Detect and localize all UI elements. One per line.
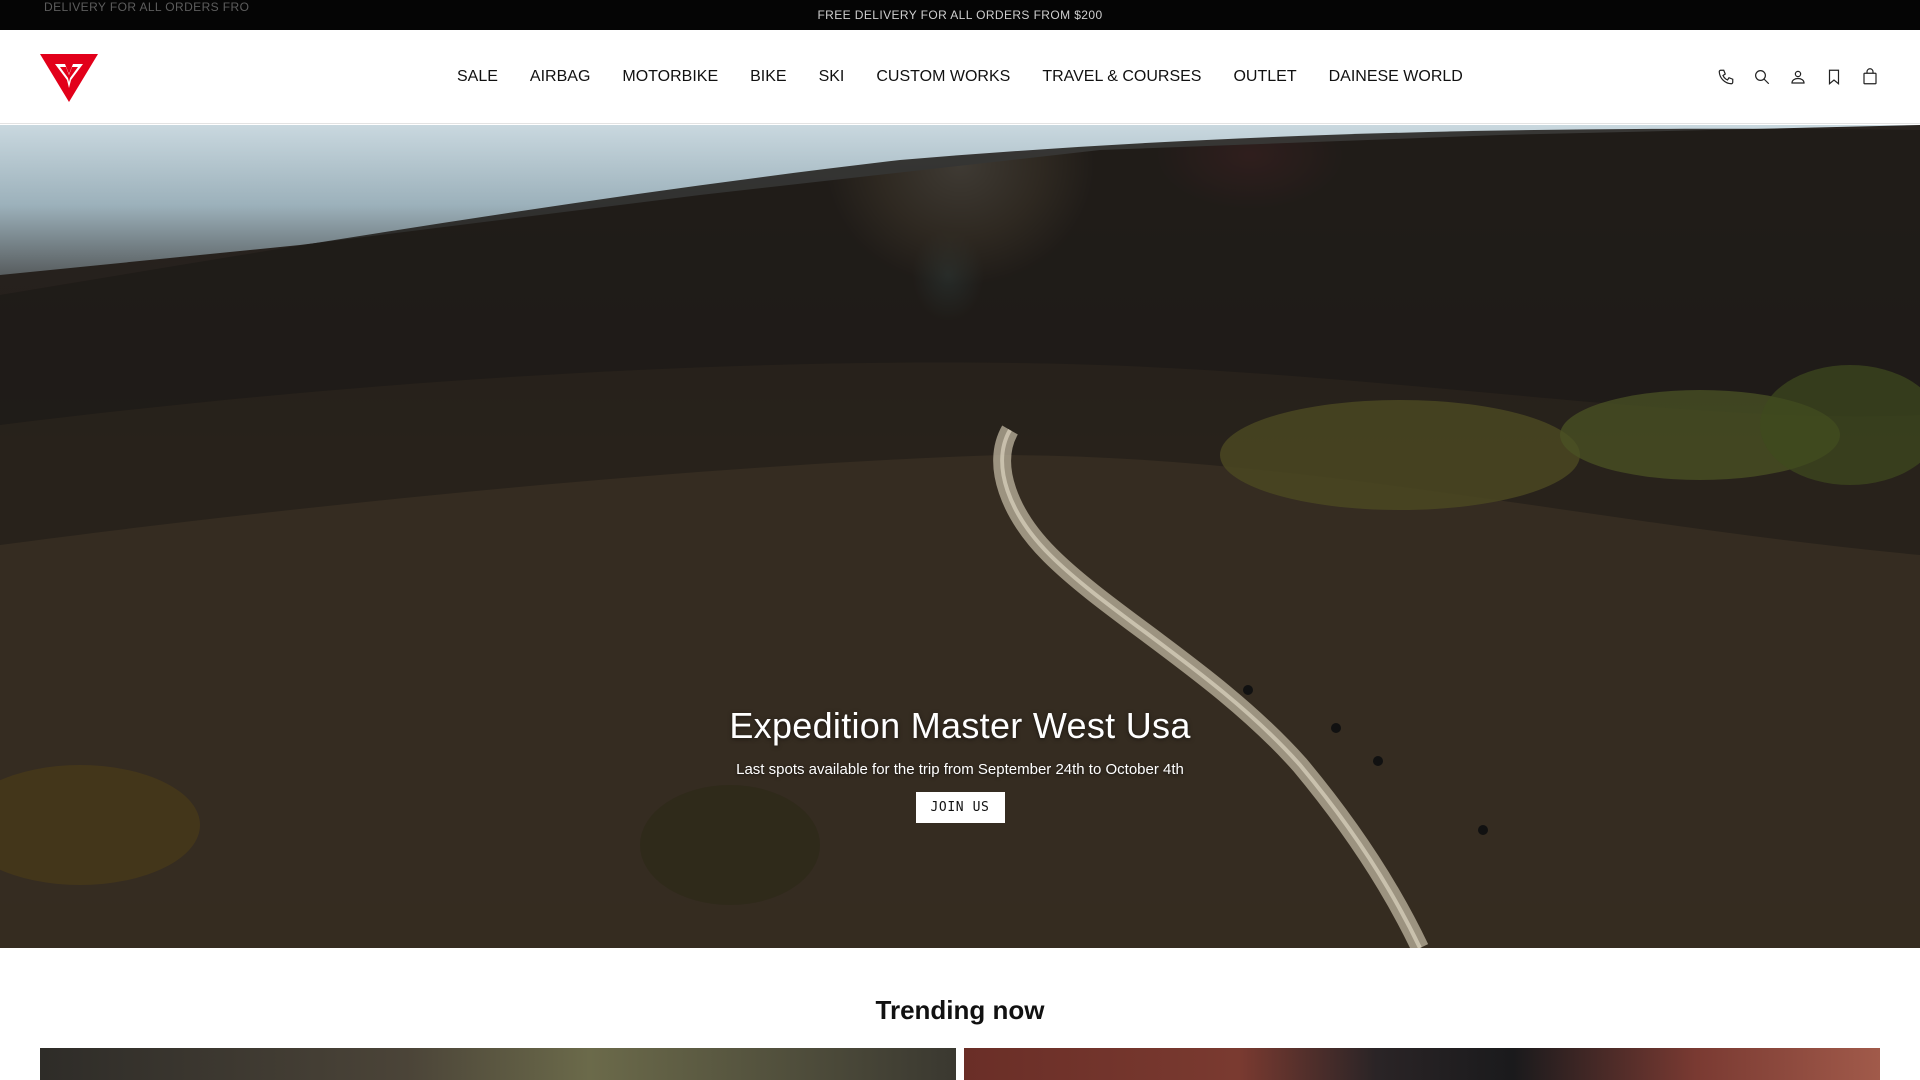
nav-item-motorbike[interactable]: MOTORBIKE xyxy=(622,68,718,86)
cart-icon[interactable] xyxy=(1860,67,1880,87)
hero-content: Expedition Master West Usa Last spots av… xyxy=(0,705,1920,823)
logo-icon xyxy=(40,54,98,102)
nav-item-custom-works[interactable]: CUSTOM WORKS xyxy=(876,68,1010,86)
hero-subtitle: Last spots available for the trip from S… xyxy=(736,761,1184,778)
dainese-logo[interactable] xyxy=(40,52,98,104)
nav-item-airbag[interactable]: AIRBAG xyxy=(530,68,590,86)
nav-item-ski[interactable]: SKI xyxy=(819,68,845,86)
trending-title: Trending now xyxy=(875,995,1045,1025)
hero-landscape-image xyxy=(0,128,1920,948)
nav-item-bike[interactable]: BIKE xyxy=(750,68,786,86)
nav-item-dainese-world[interactable]: DAINESE WORLD xyxy=(1329,68,1463,86)
announcement-bar: Free delivery for all orders from $200 D… xyxy=(0,0,1920,30)
trending-card-2[interactable] xyxy=(964,1048,1880,1080)
announcement-text: Free delivery for all orders from $200 xyxy=(817,8,1103,22)
nav-item-travel-courses[interactable]: TRAVEL & COURSES xyxy=(1042,68,1201,86)
account-icon[interactable] xyxy=(1788,67,1808,87)
wishlist-icon[interactable] xyxy=(1824,67,1844,87)
search-icon[interactable] xyxy=(1752,67,1772,87)
join-us-button[interactable]: JOIN US xyxy=(915,792,1005,823)
nav-item-sale[interactable]: SALE xyxy=(457,68,498,86)
announcement-ghost-text: Delivery for all orders fro xyxy=(44,0,250,14)
trending-card-1[interactable] xyxy=(40,1048,956,1080)
site-header: SALE AIRBAG MOTORBIKE BIKE SKI CUSTOM WO… xyxy=(0,30,1920,124)
header-tools xyxy=(1716,30,1880,124)
hero-title: Expedition Master West Usa xyxy=(729,705,1191,746)
nav-item-outlet[interactable]: OUTLET xyxy=(1233,68,1296,86)
phone-icon[interactable] xyxy=(1716,67,1736,87)
main-nav: SALE AIRBAG MOTORBIKE BIKE SKI CUSTOM WO… xyxy=(457,30,1463,124)
hero-banner[interactable]: Expedition Master West Usa Last spots av… xyxy=(0,125,1920,948)
